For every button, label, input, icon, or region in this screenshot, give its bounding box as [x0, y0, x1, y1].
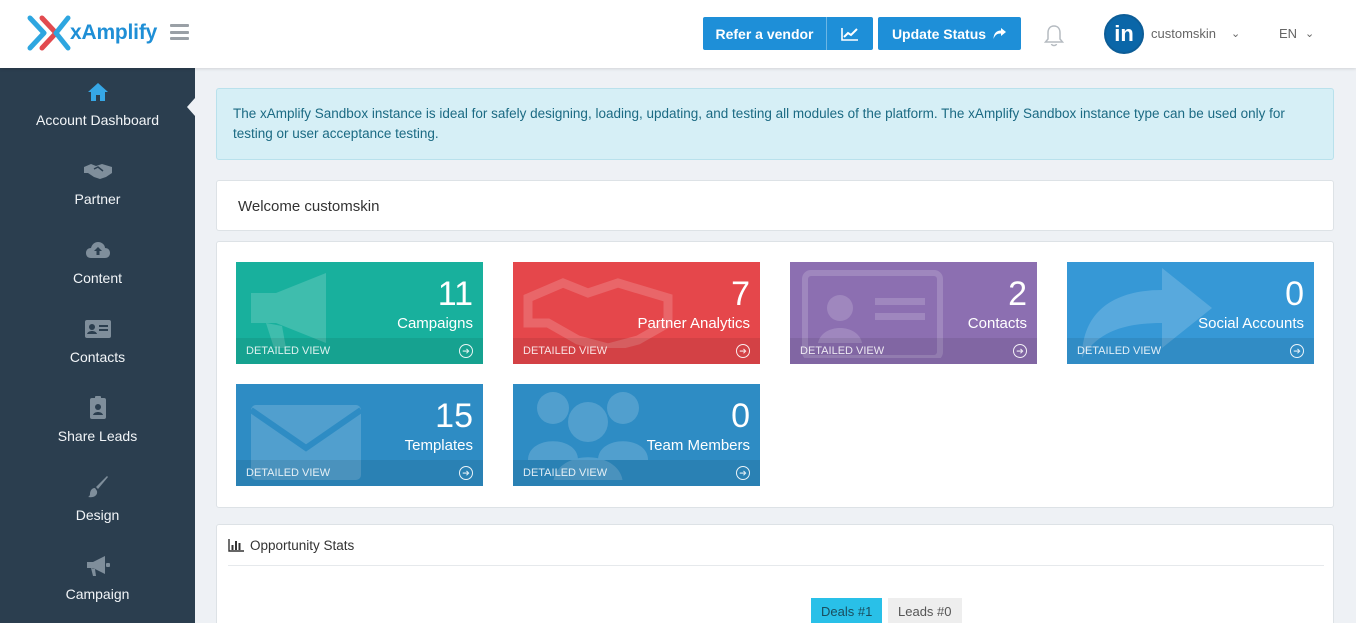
update-status-button[interactable]: Update Status	[878, 17, 1021, 50]
tile-footer[interactable]: DETAILED VIEW ➔	[1067, 338, 1314, 364]
language-selector[interactable]: EN	[1279, 26, 1297, 41]
detailed-view-link[interactable]: DETAILED VIEW	[523, 467, 607, 479]
detailed-view-link[interactable]: DETAILED VIEW	[523, 345, 607, 357]
tile-label: Contacts	[967, 315, 1027, 332]
tile-footer[interactable]: DETAILED VIEW ➔	[513, 338, 760, 364]
tile-count: 11	[437, 275, 473, 313]
tile-templates[interactable]: 15 Templates DETAILED VIEW ➔	[236, 384, 483, 486]
divider	[228, 565, 1324, 566]
detailed-view-link[interactable]: DETAILED VIEW	[1077, 345, 1161, 357]
tile-footer[interactable]: DETAILED VIEW ➔	[236, 338, 483, 364]
arrow-circle-right-icon: ➔	[459, 344, 473, 358]
megaphone-icon	[85, 554, 111, 578]
tile-partner-analytics[interactable]: 7 Partner Analytics DETAILED VIEW ➔	[513, 262, 760, 364]
share-arrow-icon	[993, 28, 1007, 39]
tile-count: 15	[435, 397, 473, 435]
detailed-view-link[interactable]: DETAILED VIEW	[800, 345, 884, 357]
xamplify-logo-icon	[27, 15, 71, 51]
dashboard-tiles-panel: 11 Campaigns DETAILED VIEW ➔ 7 Partner An…	[216, 241, 1334, 508]
sidebar-item-account-dashboard[interactable]: Account Dashboard	[0, 68, 195, 147]
tile-count: 2	[1008, 275, 1027, 313]
tile-social-accounts[interactable]: 0 Social Accounts DETAILED VIEW ➔	[1067, 262, 1314, 364]
tile-campaigns[interactable]: 11 Campaigns DETAILED VIEW ➔	[236, 262, 483, 364]
megaphone-icon	[251, 273, 326, 348]
menu-toggle-icon[interactable]	[170, 24, 189, 40]
sidebar-item-label: Content	[72, 270, 123, 286]
refer-vendor-button[interactable]: Refer a vendor	[703, 17, 873, 50]
tile-footer[interactable]: DETAILED VIEW ➔	[236, 460, 483, 486]
sidebar-item-partner[interactable]: Partner	[0, 147, 195, 226]
opportunity-stats-title: Opportunity Stats	[228, 538, 354, 553]
sidebar-item-label: Account Dashboard	[36, 112, 159, 128]
tile-label: Social Accounts	[1198, 315, 1304, 332]
tile-label: Campaigns	[397, 315, 473, 332]
arrow-circle-right-icon: ➔	[736, 466, 750, 480]
user-avatar[interactable]: in	[1104, 14, 1144, 54]
sidebar-item-label: Campaign	[65, 586, 130, 602]
notification-bell-icon[interactable]	[1043, 24, 1065, 48]
tab-deals[interactable]: Deals #1	[811, 598, 883, 623]
tile-label: Team Members	[646, 437, 750, 454]
tile-label: Partner Analytics	[637, 315, 750, 332]
tile-team-members[interactable]: 0 Team Members DETAILED VIEW ➔	[513, 384, 760, 486]
sidebar-item-share-leads[interactable]: Share Leads	[0, 384, 195, 463]
arrow-circle-right-icon: ➔	[1290, 344, 1304, 358]
chart-line-icon[interactable]	[827, 17, 873, 50]
detailed-view-link[interactable]: DETAILED VIEW	[246, 345, 330, 357]
sidebar-item-label: Share Leads	[57, 428, 138, 444]
opportunity-stats-panel: Opportunity Stats Deals #1 Leads #0	[216, 524, 1334, 623]
update-status-label: Update Status	[891, 25, 987, 42]
tab-leads[interactable]: Leads #0	[888, 598, 962, 623]
brand-name: xAmplify	[70, 21, 158, 44]
handshake-icon	[82, 159, 114, 183]
arrow-circle-right-icon: ➔	[1013, 344, 1027, 358]
sidebar-item-label: Design	[75, 507, 120, 523]
sidebar-item-contacts[interactable]: Contacts	[0, 305, 195, 384]
language-chevron-icon[interactable]: ⌄	[1305, 27, 1314, 40]
tile-footer[interactable]: DETAILED VIEW ➔	[790, 338, 1037, 364]
refer-vendor-label: Refer a vendor	[703, 17, 827, 50]
user-menu-chevron-icon[interactable]: ⌄	[1231, 27, 1240, 40]
home-icon	[87, 80, 109, 104]
cloud-upload-icon	[85, 238, 111, 262]
brand-logo[interactable]: xAmplify	[26, 10, 157, 56]
tile-footer[interactable]: DETAILED VIEW ➔	[513, 460, 760, 486]
user-name[interactable]: customskin	[1151, 26, 1216, 41]
bar-chart-icon	[228, 539, 244, 552]
tile-count: 0	[1285, 275, 1304, 313]
sandbox-info-alert: The xAmplify Sandbox instance is ideal f…	[216, 88, 1334, 160]
tile-count: 7	[731, 275, 750, 313]
tile-contacts[interactable]: 2 Contacts DETAILED VIEW ➔	[790, 262, 1037, 364]
sidebar-item-campaign[interactable]: Campaign	[0, 542, 195, 621]
welcome-banner: Welcome customskin	[216, 180, 1334, 231]
sidebar-item-content[interactable]: Content	[0, 226, 195, 305]
sidebar: Account Dashboard Partner Content Contac…	[0, 68, 195, 623]
sidebar-item-label: Partner	[74, 191, 121, 207]
id-card-icon	[84, 317, 112, 341]
sidebar-item-design[interactable]: Design	[0, 463, 195, 542]
arrow-circle-right-icon: ➔	[459, 466, 473, 480]
active-indicator	[187, 98, 195, 116]
top-header: xAmplify Refer a vendor Update Status in…	[0, 0, 1356, 68]
tile-label: Templates	[404, 437, 473, 454]
brush-icon	[87, 475, 109, 499]
badge-icon	[89, 396, 107, 420]
tile-count: 0	[731, 397, 750, 435]
sidebar-item-label: Contacts	[69, 349, 126, 365]
arrow-circle-right-icon: ➔	[736, 344, 750, 358]
detailed-view-link[interactable]: DETAILED VIEW	[246, 467, 330, 479]
handshake-icon	[523, 278, 673, 348]
opportunity-stats-label: Opportunity Stats	[250, 538, 355, 553]
